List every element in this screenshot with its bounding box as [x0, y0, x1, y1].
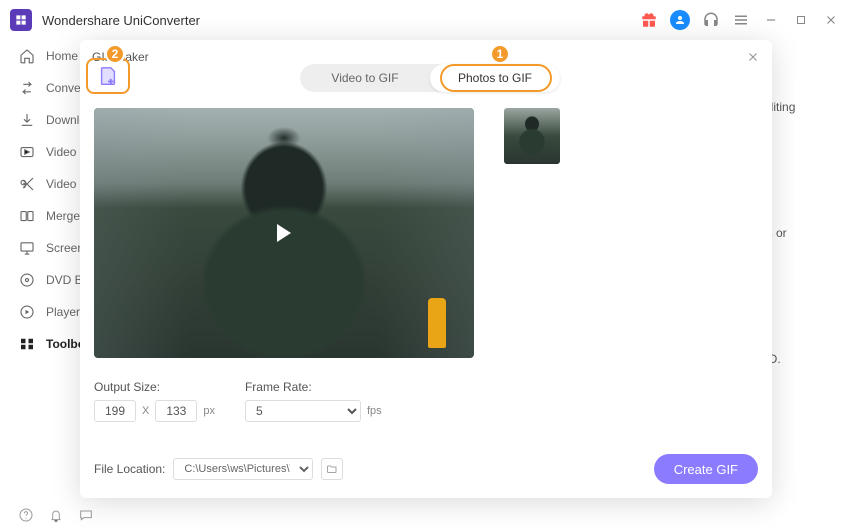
preview-decoration [428, 298, 446, 348]
bottombar [0, 500, 850, 530]
gif-maker-modal: GIF Maker 1 2 Video to GIF Photos to GIF… [80, 40, 772, 498]
sidebar-item-converter[interactable]: Converter [0, 72, 80, 104]
sidebar-item-label: DVD Burner [46, 273, 80, 287]
fps-unit: fps [367, 405, 382, 417]
menu-icon[interactable] [732, 11, 750, 29]
sidebar-item-label: Screen Recorder [46, 241, 80, 255]
x-separator: X [142, 405, 149, 417]
file-location-select[interactable]: C:\Users\ws\Pictures\Wondersh [173, 458, 313, 480]
bell-icon[interactable] [48, 507, 64, 523]
app-logo [10, 9, 32, 31]
modal-footer: File Location: C:\Users\ws\Pictures\Wond… [94, 454, 758, 484]
width-input[interactable] [94, 400, 136, 422]
sidebar-item-video-editor[interactable]: Video Editor [0, 168, 80, 200]
sidebar-item-video-compressor[interactable]: Video Compressor [0, 136, 80, 168]
step-badge-1: 1 [490, 44, 510, 64]
sidebar-item-label: Downloader [46, 113, 80, 127]
file-location-label: File Location: [94, 462, 165, 476]
highlight-add-button [86, 58, 130, 94]
create-gif-button[interactable]: Create GIF [654, 454, 758, 484]
close-icon[interactable] [744, 48, 762, 66]
minimize-button[interactable] [762, 11, 780, 29]
maximize-button[interactable] [792, 11, 810, 29]
titlebar: Wondershare UniConverter [0, 0, 850, 40]
tab-video-to-gif[interactable]: Video to GIF [300, 64, 430, 92]
highlight-photos-tab [440, 64, 552, 92]
sidebar-item-player[interactable]: Player [0, 296, 80, 328]
sidebar-item-label: Converter [46, 81, 80, 95]
chat-icon[interactable] [78, 507, 94, 523]
sidebar-item-label: Toolbox [46, 337, 80, 351]
app-title: Wondershare UniConverter [42, 13, 200, 28]
sidebar-item-merger[interactable]: Merger [0, 200, 80, 232]
controls-row: Output Size: X px Frame Rate: 5 fps [94, 380, 382, 422]
help-icon[interactable] [18, 507, 34, 523]
thumbnail-1[interactable] [504, 108, 560, 164]
height-input[interactable] [155, 400, 197, 422]
sidebar-item-label: Video Editor [46, 177, 80, 191]
close-window-button[interactable] [822, 11, 840, 29]
user-avatar[interactable] [670, 10, 690, 30]
play-icon[interactable] [277, 224, 291, 242]
sidebar-item-label: Video Compressor [46, 145, 80, 159]
step-badge-2: 2 [105, 44, 125, 64]
output-size-label: Output Size: [94, 380, 215, 394]
sidebar-item-downloader[interactable]: Downloader [0, 104, 80, 136]
sidebar-item-label: Merger [46, 209, 80, 223]
browse-folder-button[interactable] [321, 458, 343, 480]
headset-icon[interactable] [702, 11, 720, 29]
px-unit: px [203, 405, 215, 417]
sidebar-item-screen-recorder[interactable]: Screen Recorder [0, 232, 80, 264]
frame-rate-label: Frame Rate: [245, 380, 382, 394]
sidebar: Home Converter Downloader Video Compress… [0, 40, 80, 500]
sidebar-item-label: Home [46, 49, 78, 63]
sidebar-item-home[interactable]: Home [0, 40, 80, 72]
preview-pane [94, 108, 474, 358]
sidebar-item-dvd-burner[interactable]: DVD Burner [0, 264, 80, 296]
sidebar-item-toolbox[interactable]: Toolbox [0, 328, 80, 360]
gift-icon[interactable] [640, 11, 658, 29]
sidebar-item-label: Player [46, 305, 80, 319]
frame-rate-select[interactable]: 5 [245, 400, 361, 422]
